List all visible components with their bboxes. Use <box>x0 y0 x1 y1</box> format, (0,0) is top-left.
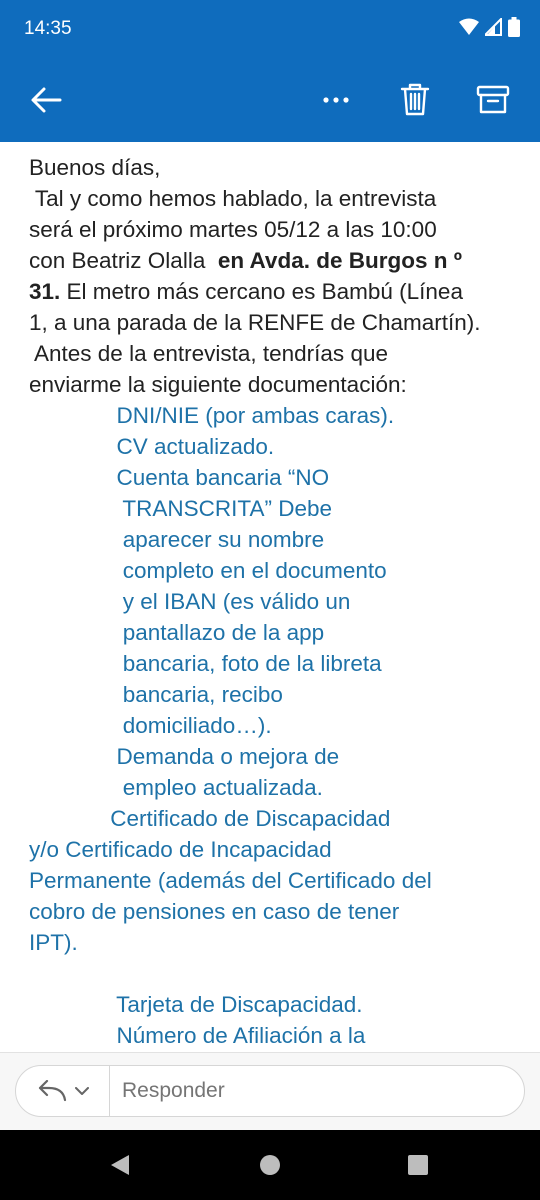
message-text-run: DNI/NIE (por ambas caras). <box>29 403 395 428</box>
message-line: completo en el documento <box>29 555 519 586</box>
message-text-run: Buenos días, <box>29 155 161 180</box>
square-recents-icon <box>408 1155 428 1175</box>
chevron-down-icon <box>74 1086 89 1095</box>
message-line: TRANSCRITA” Debe <box>29 493 519 524</box>
back-button[interactable] <box>20 74 72 126</box>
message-text-run: El metro más cercano es Bambú (Línea <box>60 279 463 304</box>
message-line: IPT). <box>29 927 519 958</box>
message-line: bancaria, foto de la libreta <box>29 648 519 679</box>
message-text-run: domiciliado…). <box>29 713 272 738</box>
message-toolbar <box>0 58 540 142</box>
reply-arrow-icon <box>38 1080 66 1102</box>
message-line: y/o Certificado de Incapacidad <box>29 834 519 865</box>
message-text-run: TRANSCRITA” Debe <box>29 496 332 521</box>
message-text-run: con Beatriz Olalla <box>29 248 218 273</box>
message-line: será el próximo martes 05/12 a las 10:00 <box>29 214 519 245</box>
message-bold-text: en Avda. de Burgos n º <box>217 248 462 273</box>
triangle-back-icon <box>111 1155 129 1175</box>
message-line: Certificado de Discapacidad <box>29 803 519 834</box>
reply-bar <box>0 1052 540 1130</box>
message-line: domiciliado…). <box>29 710 519 741</box>
message-line: cobro de pensiones en caso de tener <box>29 896 519 927</box>
message-text-run: y el IBAN (es válido un <box>29 589 351 614</box>
message-line <box>29 958 519 989</box>
message-line: Buenos días, <box>29 152 519 183</box>
message-bold-text: 31. <box>29 279 61 304</box>
message-text: Buenos días, Tal y como hemos hablado, l… <box>29 152 519 1052</box>
message-text-run: cobro de pensiones en caso de tener <box>29 899 400 924</box>
message-line: empleo actualizada. <box>29 772 519 803</box>
message-text-run: Tarjeta de Discapacidad. <box>29 992 363 1017</box>
wifi-icon <box>459 18 479 35</box>
message-line: Permanente (además del Certificado del <box>29 865 519 896</box>
message-text-run: Tal y como hemos hablado, la entrevista <box>29 186 437 211</box>
circle-home-icon <box>260 1155 280 1175</box>
signal-icon <box>485 18 502 36</box>
nav-back-button[interactable] <box>105 1150 135 1180</box>
reply-input[interactable] <box>110 1066 524 1116</box>
status-bar: 14:35 <box>0 0 540 58</box>
message-line: pantallazo de la app <box>29 617 519 648</box>
message-text-run: bancaria, recibo <box>29 682 283 707</box>
reply-field-container <box>15 1065 525 1117</box>
message-line: enviarme la siguiente documentación: <box>29 369 519 400</box>
message-text-run: Cuenta bancaria “NO <box>29 465 330 490</box>
system-icons <box>459 17 520 37</box>
message-text-run: CV actualizado. <box>29 434 275 459</box>
reply-mode-button[interactable] <box>16 1066 110 1116</box>
message-text-run: bancaria, foto de la libreta <box>29 651 382 676</box>
message-text-run: Permanente (además del Certificado del <box>29 868 432 893</box>
message-line: bancaria, recibo <box>29 679 519 710</box>
message-text-run: será el próximo martes 05/12 a las 10:00 <box>29 217 437 242</box>
message-text-run: pantallazo de la app <box>29 620 325 645</box>
message-line: CV actualizado. <box>29 431 519 462</box>
more-horizontal-icon <box>323 97 349 103</box>
message-line: 1, a una parada de la RENFE de Chamartín… <box>29 307 519 338</box>
nav-home-button[interactable] <box>255 1150 285 1180</box>
message-body: Buenos días, Tal y como hemos hablado, l… <box>0 142 540 1052</box>
message-text-run: Antes de la entrevista, tendrías que <box>29 341 388 366</box>
message-text-run: Demanda o mejora de <box>29 744 340 769</box>
archive-button[interactable] <box>467 74 519 126</box>
message-line: aparecer su nombre <box>29 524 519 555</box>
message-text-run: empleo actualizada. <box>29 775 323 800</box>
message-line: Cuenta bancaria “NO <box>29 462 519 493</box>
message-line: Número de Afiliación a la <box>29 1020 519 1051</box>
nav-recents-button[interactable] <box>403 1150 433 1180</box>
arrow-left-icon <box>31 87 62 113</box>
more-options-button[interactable] <box>310 74 362 126</box>
message-text-run: aparecer su nombre <box>29 527 325 552</box>
message-line: 31. El metro más cercano es Bambú (Línea <box>29 276 519 307</box>
message-line: DNI/NIE (por ambas caras). <box>29 400 519 431</box>
battery-icon <box>508 17 520 37</box>
message-text-run: y/o Certificado de Incapacidad <box>29 837 332 862</box>
message-text-run: Certificado de Discapacidad <box>29 806 391 831</box>
message-line: y el IBAN (es válido un <box>29 586 519 617</box>
message-text-run: enviarme la siguiente documentación: <box>29 372 407 397</box>
message-line: Demanda o mejora de <box>29 741 519 772</box>
archive-icon <box>476 85 510 114</box>
message-text-run: completo en el documento <box>29 558 387 583</box>
message-text-run: Número de Afiliación a la <box>29 1023 366 1048</box>
message-line: Tarjeta de Discapacidad. <box>29 989 519 1020</box>
message-line: Antes de la entrevista, tendrías que <box>29 338 519 369</box>
system-navigation-bar <box>0 1130 540 1200</box>
message-text-run: IPT). <box>29 930 78 955</box>
message-line: Tal y como hemos hablado, la entrevista <box>29 183 519 214</box>
message-line: con Beatriz Olalla en Avda. de Burgos n … <box>29 245 519 276</box>
message-text-run: 1, a una parada de la RENFE de Chamartín… <box>29 310 481 335</box>
delete-button[interactable] <box>389 74 441 126</box>
status-time: 14:35 <box>24 18 72 39</box>
message-text-run <box>29 961 35 986</box>
trash-icon <box>400 83 430 116</box>
